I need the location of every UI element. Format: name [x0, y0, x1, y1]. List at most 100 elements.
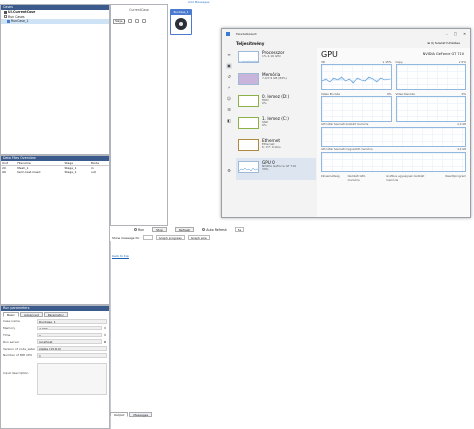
stage-run-icon[interactable]	[142, 19, 146, 23]
case-icon	[4, 10, 7, 14]
minimize-icon[interactable]: –	[446, 29, 448, 39]
time-field[interactable]: 0	[37, 332, 102, 338]
history-icon[interactable]: ↺	[226, 74, 232, 80]
data-files-title: Data Files Overview	[1, 156, 109, 161]
resource-item-gpu[interactable]: GPU 0 NVIDIA GeForce GT 710 39%	[236, 158, 316, 180]
param-row: Case name RunCase_1	[1, 318, 109, 325]
tab-messages[interactable]: Messages	[129, 412, 153, 417]
ribbon-title[interactable]: Add Messages	[188, 0, 209, 4]
tab-parametric[interactable]: Parametric	[43, 312, 69, 317]
stage-settings-icon[interactable]	[135, 19, 139, 23]
resource-item-memory[interactable]: Memória 7,0/7,9 GB (89%)	[236, 70, 316, 92]
tab-advanced[interactable]: Advanced	[19, 312, 43, 317]
graph-video-decode	[395, 96, 466, 122]
run-server-select[interactable]: localhost	[37, 339, 102, 345]
server-settings-icon[interactable]: ⚙	[103, 340, 107, 344]
message-level-select[interactable]	[142, 235, 153, 240]
gpu-graphs-row-1: 3D ∨ 15% Copy ∨ 0%	[321, 60, 466, 90]
message-filter-bar: Show message for Graph progress Graph si…	[110, 234, 474, 241]
stage-box[interactable]: Stage_1	[113, 19, 125, 24]
version-select[interactable]: stable (15.8.0)	[37, 346, 107, 351]
tree-item-runcase-1[interactable]: RunCase_1	[1, 19, 109, 24]
back-to-top-link[interactable]: back to top	[112, 254, 129, 258]
tab-output[interactable]: Output	[110, 412, 129, 417]
resource-item-disk-c[interactable]: 1. lemez (C:) SSD 0%	[236, 114, 316, 136]
mpi-cpu-field[interactable]: 1	[37, 353, 107, 358]
param-row: Memory 2,000 ⇕	[3, 325, 107, 331]
expand-icon	[4, 15, 7, 18]
stage-edit-icon[interactable]	[128, 19, 132, 23]
graph-video-encode	[321, 96, 392, 122]
refresh-interval-select[interactable]: 5s	[234, 227, 245, 232]
graph-shared-memory	[321, 152, 466, 172]
gpu-mini-graph	[239, 167, 258, 172]
data-files-panel: Data Files Overview Unit Filename Stage …	[0, 155, 110, 305]
memory-thumbnail	[238, 73, 259, 85]
maximize-icon[interactable]: □	[454, 29, 457, 39]
canvas-header: CurrentCase	[129, 8, 149, 12]
run-case-card[interactable]: RunCase_1	[170, 9, 192, 35]
startup-icon[interactable]: ⚡	[226, 85, 232, 91]
table-row[interactable]: 99 term-test.mesd Stage_1 out	[1, 170, 109, 174]
cases-panel: Cases UI.CurrentCase Run Cases RunCase_1	[0, 4, 110, 155]
tm-nav-rail: ≡ ▣ ↺ ⚡ ☺ ☰ ◧ ⚙	[222, 48, 236, 217]
performance-icon[interactable]: ▣	[226, 63, 232, 69]
description-textarea[interactable]	[37, 362, 107, 395]
graph-size-select[interactable]: Graph size	[187, 235, 210, 240]
resource-list: Processzor 1% 2,16 GHz Memória 7,0/7,9 G…	[236, 48, 316, 217]
refresh-button[interactable]: Refresh	[174, 227, 195, 232]
gpu-stats: Kihasználtság Dedikált GPU-memória Grafi…	[321, 174, 466, 182]
details-icon[interactable]: ☰	[226, 107, 232, 113]
resource-item-disk-d[interactable]: 0. lemez (D:) HDD 0%	[236, 92, 316, 114]
gpu-model: NVIDIA GeForce GT 710	[422, 52, 464, 56]
run-parameters-panel: Run parameters Basic Advanced Parametric…	[0, 305, 110, 429]
memory-stepper-icon[interactable]: ⇕	[103, 326, 107, 330]
graph-dedicated-memory	[321, 127, 466, 147]
run-option[interactable]: Run	[134, 228, 144, 232]
hamburger-icon[interactable]: ≡	[226, 52, 232, 58]
auto-refresh-check-icon	[202, 228, 206, 231]
run-case-icon	[7, 19, 10, 23]
tab-basic[interactable]: Basic	[3, 312, 19, 317]
disk-d-thumbnail	[238, 95, 259, 107]
param-row: Number of MPI CPU 1	[1, 352, 109, 359]
run-controls: Run Stop Refresh Auto Refresh 5s	[110, 226, 474, 233]
settings-gear-icon[interactable]: ⚙	[226, 168, 232, 174]
cpu-mini-graph	[239, 60, 258, 62]
case-canvas: CurrentCase Stage_1	[110, 4, 168, 226]
users-icon[interactable]: ☺	[226, 96, 232, 102]
cases-panel-title: Cases	[1, 5, 109, 10]
detail-heading: GPU	[321, 50, 338, 59]
graph-3d-line	[321, 76, 391, 84]
tm-section-title: Teljesítmény ⊞ Új feladat futtatása	[236, 39, 460, 48]
disk-c-thumbnail	[238, 117, 259, 129]
auto-refresh-toggle[interactable]: Auto Refresh	[202, 228, 227, 232]
tm-titlebar[interactable]: Feladatkezelő – □ ✕	[222, 29, 470, 39]
run-case-card-label: RunCase_1	[171, 10, 191, 15]
task-manager-window: Feladatkezelő – □ ✕ Teljesítmény ⊞ Új fe…	[221, 28, 471, 218]
run-parameters-title: Run parameters	[1, 306, 109, 311]
stop-button[interactable]: Stop	[152, 227, 167, 232]
case-name-field[interactable]: RunCase_1	[37, 319, 107, 324]
param-row: Run server localhost ⚙	[3, 339, 107, 345]
disk-icon	[175, 17, 187, 30]
resource-item-ethernet[interactable]: Ethernet Ethernet K: 0 F: 0 kb/s	[236, 136, 316, 158]
graph-progress-select[interactable]: Graph progress	[155, 235, 185, 240]
graph-copy	[395, 64, 466, 90]
ethernet-thumbnail	[238, 139, 259, 151]
resource-item-cpu[interactable]: Processzor 1% 2,16 GHz	[236, 48, 316, 70]
param-row: Version of code_aster stable (15.8.0)	[1, 345, 109, 352]
close-icon[interactable]: ✕	[463, 29, 466, 39]
time-stepper-icon[interactable]: ⇕	[103, 333, 107, 337]
params-tabs: Basic Advanced Parametric	[1, 311, 109, 318]
param-row: Time 0 ⇕	[3, 332, 107, 338]
gpu-detail-pane: GPU NVIDIA GeForce GT 710 3D ∨ 15% Copy ∨ …	[317, 48, 470, 217]
new-task-button[interactable]: ⊞ Új feladat futtatása	[428, 39, 460, 48]
run-radio-icon	[134, 228, 137, 231]
memory-field[interactable]: 2,000	[37, 325, 102, 331]
ribbon: Add Messages	[168, 0, 474, 4]
data-files-table: Unit Filename Stage Mode 20 Mesh_1 Stage…	[1, 161, 109, 174]
divider	[110, 241, 111, 429]
services-icon[interactable]: ◧	[226, 118, 232, 124]
description-row: Input description	[1, 362, 109, 397]
